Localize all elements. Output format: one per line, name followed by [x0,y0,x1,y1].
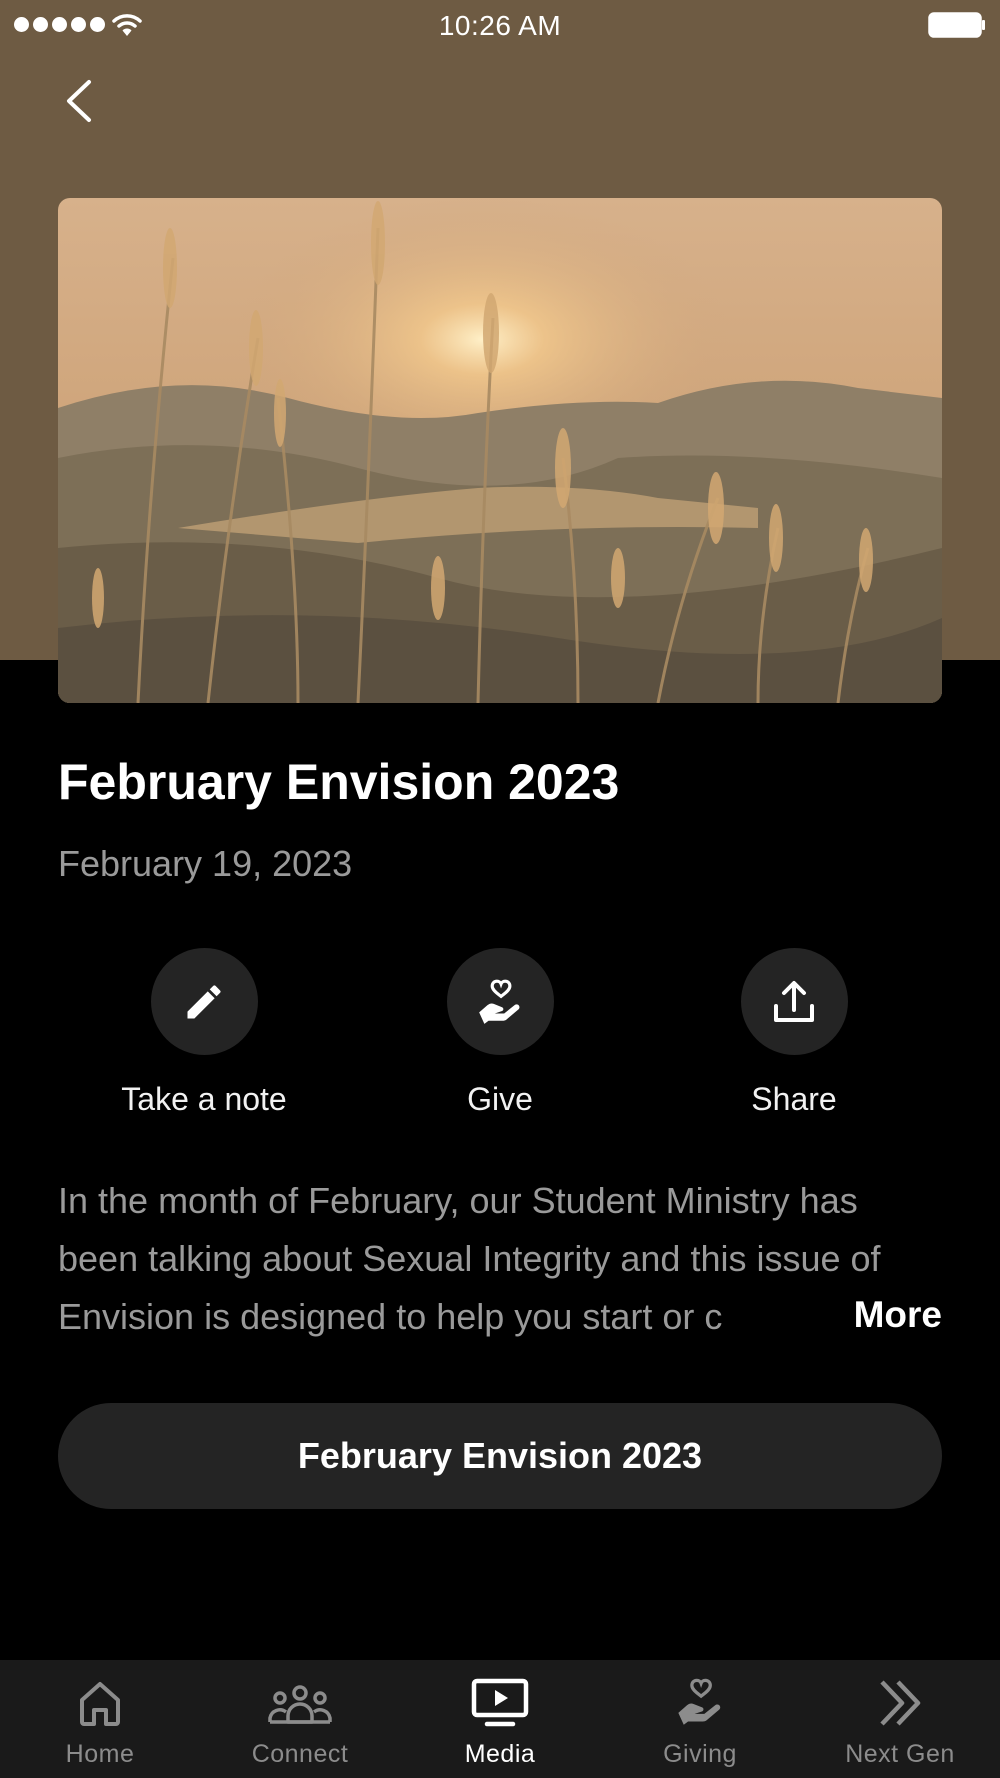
tab-connect-label: Connect [251,1740,349,1768]
take-note-label: Take a note [121,1081,287,1117]
bottom-tab-bar: Home Connect Media Giving Next Gen [0,1660,1000,1778]
hand-heart-icon [678,1678,721,1725]
open-resource-button[interactable]: February Envision 2023 [58,1403,942,1509]
back-chevron-icon[interactable] [55,70,105,130]
publish-date: February 19, 2023 [58,843,353,884]
tab-media[interactable]: Media [400,1660,600,1778]
tab-media-label: Media [464,1740,536,1768]
pencil-icon [187,984,221,1018]
home-icon [80,1682,120,1726]
give-button[interactable]: Give [350,948,650,1118]
hand-heart-icon [479,979,520,1024]
tab-next-gen[interactable]: Next Gen [800,1660,1000,1778]
take-note-button[interactable]: Take a note [54,948,354,1118]
share-label: Share [751,1081,837,1117]
status-time: 10:26 AM [438,10,562,41]
battery-icon [928,12,985,38]
tab-home-label: Home [65,1740,135,1768]
group-icon [268,1685,332,1724]
description-fade [760,1290,840,1348]
share-icon [774,980,814,1022]
tab-giving[interactable]: Giving [600,1660,800,1778]
status-bar: 10:26 AM [0,0,1000,50]
share-button[interactable]: Share [644,948,944,1118]
tab-giving-label: Giving [663,1740,737,1768]
play-screen-icon [471,1678,529,1727]
more-button[interactable]: More [843,1294,942,1336]
double-chevron-icon [880,1680,921,1726]
tab-home[interactable]: Home [0,1660,200,1778]
hero-image [58,198,942,703]
tab-connect[interactable]: Connect [200,1660,400,1778]
tab-next-gen-label: Next Gen [845,1740,955,1768]
page-title: February Envision 2023 [58,754,620,810]
give-label: Give [467,1081,533,1117]
